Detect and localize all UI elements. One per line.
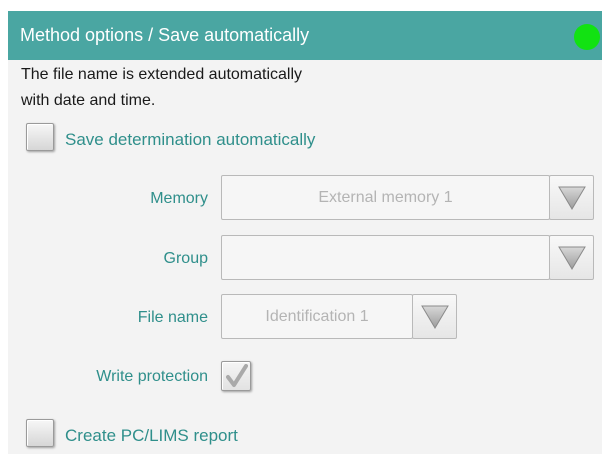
- info-text-line-1: The file name is extended automatically: [21, 66, 303, 83]
- info-text-line-2: with date and time.: [21, 92, 156, 109]
- create-report-checkbox[interactable]: [26, 419, 54, 447]
- memory-label: Memory: [150, 190, 208, 207]
- top-strip: [0, 0, 602, 11]
- file-name-dropdown-button[interactable]: [412, 294, 457, 339]
- file-name-label: File name: [137, 309, 208, 326]
- create-report-label[interactable]: Create PC/LIMS report: [65, 426, 238, 446]
- page-title: Method options / Save automatically: [20, 25, 310, 45]
- file-name-select[interactable]: Identification 1: [221, 294, 413, 339]
- memory-dropdown-button[interactable]: [549, 175, 594, 220]
- chevron-down-icon: [558, 246, 586, 270]
- checkmark-icon: [226, 364, 248, 387]
- group-dropdown-button[interactable]: [549, 235, 594, 280]
- save-determination-checkbox[interactable]: [26, 123, 54, 151]
- chevron-down-icon: [421, 305, 449, 329]
- memory-select[interactable]: External memory 1: [221, 175, 550, 220]
- group-select[interactable]: [221, 235, 550, 280]
- status-indicator-icon: [574, 24, 600, 50]
- write-protection-label: Write protection: [96, 368, 208, 385]
- title-bar: Method options / Save automatically: [8, 11, 602, 60]
- write-protection-checkbox[interactable]: [221, 361, 251, 391]
- chevron-down-icon: [558, 186, 586, 210]
- group-label: Group: [163, 250, 208, 267]
- content-area: The file name is extended automatically …: [8, 60, 602, 454]
- save-determination-label[interactable]: Save determination automatically: [65, 130, 315, 150]
